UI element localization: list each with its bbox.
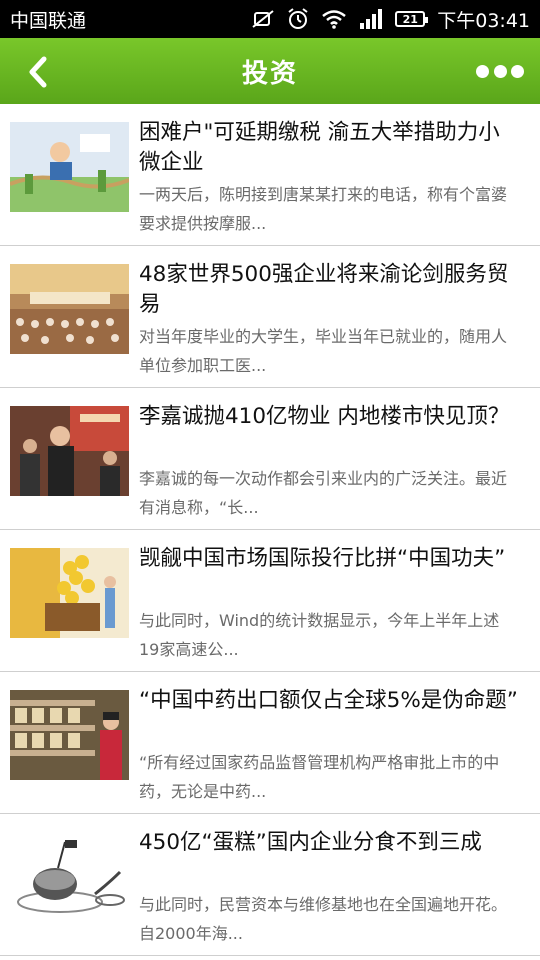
news-item[interactable]: 48家世界500强企业将来渝论剑服务贸易 对当年度毕业的大学生，毕业当年已就业的… [0, 246, 540, 388]
news-list: 困难户"可延期缴税 渝五大举措助力小微企业 一两天后，陈明接到唐某某打来的电话，… [0, 104, 540, 956]
news-summary: 与此同时，民营资本与维修基地也在全国遍地开花。自2000年海... [139, 895, 508, 943]
news-item[interactable]: “中国中药出口额仅占全球5%是伪命题” “所有经过国家药品监督管理机构严格审批上… [0, 672, 540, 814]
chevron-left-icon [29, 56, 47, 88]
news-item[interactable]: 李嘉诚抛410亿物业 内地楼市快见顶？ 李嘉诚的每一次动作都会引来业内的广泛关注… [0, 388, 540, 530]
news-title: 48家世界500强企业将来渝论剑服务贸易 [139, 262, 509, 317]
news-title: 450亿“蛋糕”国内企业分食不到三成 [139, 830, 482, 855]
news-thumbnail [10, 832, 129, 922]
more-dot-icon [511, 64, 524, 78]
alarm-icon [287, 8, 309, 30]
news-title: 困难户"可延期缴税 渝五大举措助力小微企业 [139, 120, 500, 175]
page-title: 投资 [241, 58, 298, 89]
news-item[interactable]: 觊觎中国市场国际投行比拼“中国功夫” 与此同时，Wind的统计数据显示，今年上半… [0, 530, 540, 672]
news-summary: 对当年度毕业的大学生，毕业当年已就业的，随用人单位参加职工医... [139, 327, 508, 375]
news-summary: “所有经过国家药品监督管理机构严格审批上市的中药，无论是中药... [139, 753, 500, 801]
carrier-name: 中国联通 [10, 9, 87, 32]
news-thumbnail [10, 406, 129, 496]
news-item[interactable]: 450亿“蛋糕”国内企业分食不到三成 与此同时，民营资本与维修基地也在全国遍地开… [0, 814, 540, 956]
signal-icon [359, 9, 383, 29]
mute-icon [251, 9, 275, 29]
news-thumbnail [10, 690, 129, 780]
more-dot-icon [493, 64, 507, 78]
status-bar: 中国联通 21 下午03:41 [0, 0, 540, 38]
more-dot-icon [476, 64, 489, 78]
wifi-icon [321, 9, 347, 29]
more-options-button[interactable] [476, 58, 524, 84]
news-title: “中国中药出口额仅占全球5%是伪命题” [139, 688, 518, 713]
news-title: 觊觎中国市场国际投行比拼“中国功夫” [139, 546, 506, 571]
news-summary: 与此同时，Wind的统计数据显示，今年上半年上述19家高速公... [139, 611, 500, 659]
clock: 下午03:41 [437, 9, 530, 32]
news-title: 李嘉诚抛410亿物业 内地楼市快见顶？ [139, 404, 510, 429]
battery-icon: 21 [395, 11, 429, 27]
news-thumbnail [10, 122, 129, 212]
news-summary: 李嘉诚的每一次动作都会引来业内的广泛关注。最近有消息称，“长... [139, 469, 508, 517]
status-icons: 21 下午03:41 [251, 6, 530, 33]
app-header: 投资 [0, 38, 540, 104]
news-item[interactable]: 困难户"可延期缴税 渝五大举措助力小微企业 一两天后，陈明接到唐某某打来的电话，… [0, 104, 540, 246]
news-summary: 一两天后，陈明接到唐某某打来的电话，称有个富婆要求提供按摩服... [139, 185, 508, 233]
news-thumbnail [10, 264, 129, 354]
news-thumbnail [10, 548, 129, 638]
back-button[interactable] [18, 52, 58, 92]
